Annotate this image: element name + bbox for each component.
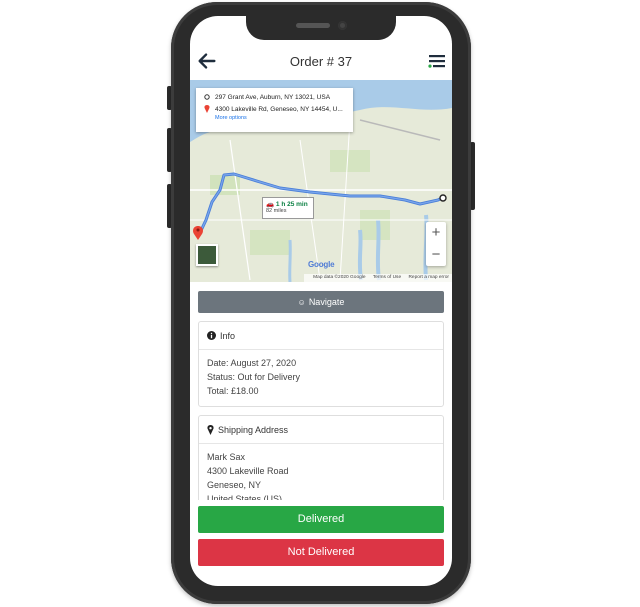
app-header: Order # 37 [190, 44, 452, 82]
shipping-street: 4300 Lakeville Road [207, 466, 289, 476]
order-date: Date: August 27, 2020 [207, 358, 297, 368]
order-status: Status: Out for Delivery [207, 372, 301, 382]
map-data-text: Map data ©2020 Google [313, 275, 366, 280]
more-options-link[interactable]: More options [215, 115, 347, 121]
list-menu-icon[interactable] [428, 52, 446, 70]
destination-address: 4300 Lakeville Rd, Geneseo, NY 14454, U.… [215, 105, 343, 113]
navigate-icon: ☺ [297, 298, 306, 307]
satellite-toggle[interactable] [196, 244, 218, 266]
navigate-button[interactable]: ☺ Navigate [198, 291, 444, 313]
map-marker-icon [207, 424, 214, 435]
route-summary[interactable]: 🚗 1 h 25 min 82 miles [262, 197, 314, 219]
navigate-label: Navigate [308, 297, 345, 307]
google-logo: Google [308, 260, 335, 269]
terms-link[interactable]: Terms of Use [373, 275, 401, 280]
shipping-card-header: Shipping Address [199, 416, 443, 444]
speaker [296, 23, 330, 28]
info-heading: Info [220, 330, 236, 341]
zoom-in-button[interactable]: + [426, 222, 446, 244]
info-card-header: Info [199, 322, 443, 350]
order-details-scroll[interactable]: Info Date: August 27, 2020 Status: Out f… [190, 316, 452, 500]
car-icon: 🚗 [266, 201, 275, 208]
zoom-out-button[interactable]: − [426, 244, 446, 266]
shipping-city: Geneseo, NY [207, 480, 262, 490]
destination-pin-icon [202, 105, 212, 113]
shipping-heading: Shipping Address [218, 424, 289, 435]
phone-screen: Order # 37 297 Grant Ave, Auburn, NY 130… [190, 16, 452, 586]
shipping-card-body: Mark Sax 4300 Lakeville Road Geneseo, NY… [199, 444, 443, 500]
destination-row: 4300 Lakeville Rd, Geneseo, NY 14454, U.… [202, 103, 347, 115]
shipping-card: Shipping Address Mark Sax 4300 Lakeville… [198, 415, 444, 500]
zoom-control: + − [426, 222, 446, 266]
route-map[interactable]: 297 Grant Ave, Auburn, NY 13021, USA 430… [190, 80, 452, 282]
info-circle-icon [207, 331, 216, 340]
notch [246, 16, 396, 40]
directions-panel: 297 Grant Ave, Auburn, NY 13021, USA 430… [196, 88, 353, 132]
origin-circle-icon [202, 94, 212, 100]
route-distance: 82 miles [266, 208, 287, 214]
info-card: Info Date: August 27, 2020 Status: Out f… [198, 321, 444, 407]
delivered-button[interactable]: Delivered [198, 506, 444, 533]
origin-address: 297 Grant Ave, Auburn, NY 13021, USA [215, 93, 331, 101]
origin-row: 297 Grant Ave, Auburn, NY 13021, USA [202, 91, 347, 103]
front-camera [338, 21, 347, 30]
not-delivered-button[interactable]: Not Delivered [198, 539, 444, 566]
shipping-country: United States (US) [207, 494, 283, 500]
report-error-link[interactable]: Report a map error [408, 275, 449, 280]
recipient-name: Mark Sax [207, 452, 246, 462]
order-total: Total: £18.00 [207, 386, 259, 396]
info-card-body: Date: August 27, 2020 Status: Out for De… [199, 350, 443, 404]
map-attribution: Map data ©2020 Google Terms of Use Repor… [304, 274, 452, 282]
page-title: Order # 37 [289, 54, 353, 69]
route-time: 1 h 25 min [275, 201, 308, 208]
